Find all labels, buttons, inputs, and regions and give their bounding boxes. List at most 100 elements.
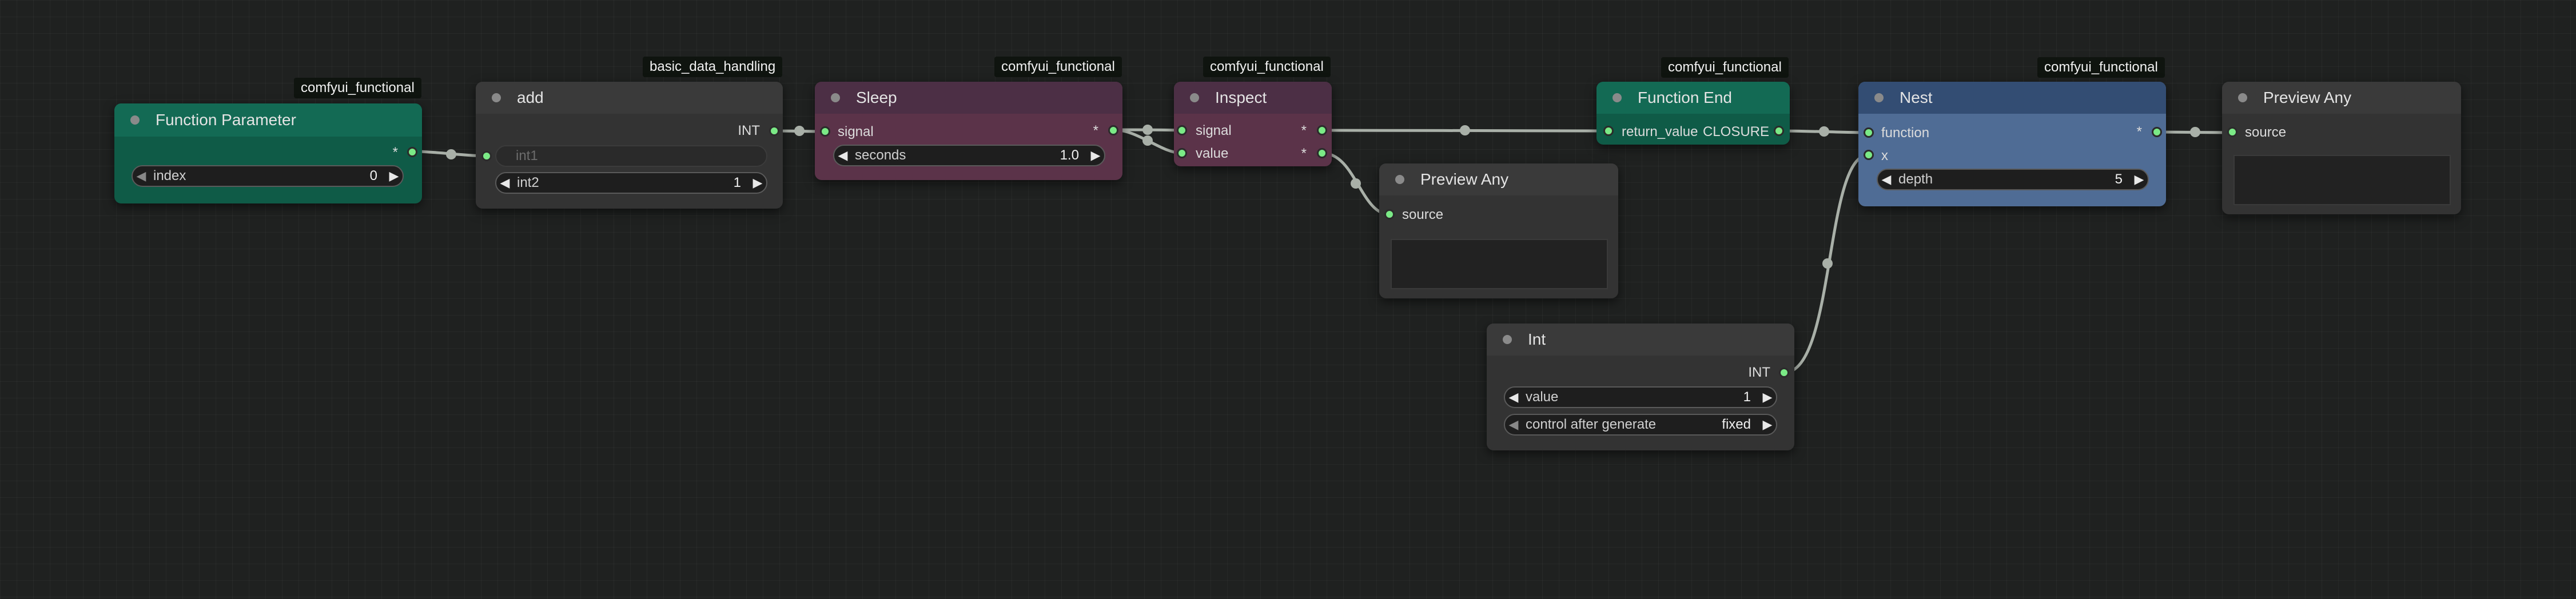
collapse-dot-icon[interactable] — [2238, 93, 2247, 102]
decrement-icon[interactable]: ◀ — [1505, 417, 1522, 432]
link-midpoint — [1142, 135, 1153, 146]
widget-label: index — [153, 168, 186, 183]
int2-widget[interactable]: ◀ int2 1 ▶ — [495, 172, 767, 194]
node-function-parameter[interactable]: Function Parameter * ◀ index 0 ▶ — [114, 103, 422, 203]
node-title: Inspect — [1215, 89, 1267, 106]
node-header[interactable]: Sleep — [815, 82, 1122, 114]
seconds-widget[interactable]: ◀ seconds 1.0 ▶ — [833, 145, 1105, 166]
closure-output-socket[interactable] — [1774, 126, 1784, 136]
decrement-icon[interactable]: ◀ — [1878, 172, 1895, 187]
node-int[interactable]: Int INT ◀ value 1 ▶ ◀ control after gene… — [1487, 324, 1794, 450]
int1-input-socket[interactable] — [481, 151, 492, 161]
signal-input-socket[interactable] — [820, 126, 830, 137]
increment-icon[interactable]: ▶ — [1759, 417, 1776, 432]
node-preview-any[interactable]: Preview Any source — [2222, 82, 2461, 214]
source-input-socket[interactable] — [2227, 127, 2237, 137]
link-midpoint — [1142, 125, 1153, 135]
input-label: x — [1881, 148, 1888, 163]
output-label: * — [392, 145, 398, 160]
node-header[interactable]: Preview Any — [1379, 163, 1618, 195]
value-input-socket[interactable] — [1177, 148, 1187, 158]
link-midpoint — [2190, 127, 2200, 137]
index-widget[interactable]: ◀ index 0 ▶ — [132, 165, 404, 187]
output-label: * — [2136, 124, 2142, 139]
return-value-input-socket[interactable] — [1603, 126, 1614, 136]
output-label: * — [1301, 123, 1307, 138]
node-function-end[interactable]: Function End return_value CLOSURE — [1596, 82, 1790, 145]
link-int-to-nest-x — [1782, 153, 1870, 374]
link-inspect-to-fnend — [1321, 129, 1610, 133]
node-title: Function End — [1638, 89, 1732, 106]
collapse-dot-icon[interactable] — [1613, 93, 1622, 102]
node-add[interactable]: add INT int1 ◀ int2 1 ▶ — [476, 82, 783, 209]
depth-widget[interactable]: ◀ depth 5 ▶ — [1877, 169, 2149, 190]
node-title: Function Parameter — [156, 111, 296, 129]
increment-icon[interactable]: ▶ — [1087, 148, 1104, 163]
output-label: CLOSURE — [1702, 124, 1769, 139]
node-header[interactable]: Inspect — [1174, 82, 1332, 114]
preview-output-box[interactable] — [2233, 155, 2451, 205]
output-label: INT — [738, 123, 760, 138]
node-header[interactable]: Function End — [1596, 82, 1790, 114]
node-header[interactable]: Nest — [1858, 82, 2166, 114]
link-sleep-to-inspect-value — [1112, 128, 1183, 155]
node-header[interactable]: Int — [1487, 324, 1794, 356]
collapse-dot-icon[interactable] — [1503, 335, 1512, 344]
source-input-socket[interactable] — [1384, 209, 1395, 219]
node-badge: comfyui_functional — [1203, 57, 1331, 77]
function-input-socket[interactable] — [1864, 127, 1874, 138]
x-input-socket[interactable] — [1864, 150, 1874, 160]
collapse-dot-icon[interactable] — [130, 115, 140, 125]
node-preview-any[interactable]: Preview Any source — [1379, 163, 1618, 298]
value-widget[interactable]: ◀ value 1 ▶ — [1504, 386, 1777, 408]
increment-icon[interactable]: ▶ — [749, 175, 766, 190]
link-midpoint — [1819, 126, 1829, 137]
decrement-icon[interactable]: ◀ — [834, 148, 851, 163]
node-badge: basic_data_handling — [643, 57, 783, 77]
node-badge: comfyui_functional — [2037, 57, 2165, 78]
int1-input-widget[interactable]: int1 — [495, 145, 767, 167]
increment-icon[interactable]: ▶ — [2131, 172, 2148, 187]
collapse-dot-icon[interactable] — [1874, 93, 1884, 102]
widget-value: 1 — [733, 175, 741, 190]
output-label: * — [1301, 146, 1307, 161]
increment-icon[interactable]: ▶ — [385, 169, 403, 183]
output-socket[interactable] — [407, 147, 417, 157]
input-label: source — [2245, 125, 2287, 140]
node-nest[interactable]: Nest function * x ◀ depth 5 ▶ — [1858, 82, 2166, 206]
int-output-socket[interactable] — [1779, 368, 1789, 378]
widget-label: value — [1526, 389, 1559, 405]
collapse-dot-icon[interactable] — [831, 93, 840, 102]
output-socket[interactable] — [1108, 125, 1118, 135]
output-socket[interactable] — [2152, 127, 2162, 137]
preview-output-box[interactable] — [1391, 239, 1608, 289]
node-inspect[interactable]: Inspect signal * value * — [1174, 82, 1332, 166]
node-header[interactable]: Preview Any — [2222, 82, 2461, 114]
node-sleep[interactable]: Sleep signal * ◀ seconds 1.0 ▶ — [815, 82, 1122, 180]
control-after-generate-widget[interactable]: ◀ control after generate fixed ▶ — [1504, 414, 1777, 436]
input-label: signal — [1196, 123, 1232, 138]
node-header[interactable]: add — [476, 82, 783, 114]
value-output-socket[interactable] — [1317, 148, 1327, 158]
widget-label: control after generate — [1526, 417, 1657, 432]
node-header[interactable]: Function Parameter — [114, 103, 422, 137]
signal-output-socket[interactable] — [1317, 125, 1327, 135]
decrement-icon[interactable]: ◀ — [133, 169, 150, 183]
widget-label: depth — [1898, 171, 1933, 187]
increment-icon[interactable]: ▶ — [1759, 390, 1776, 405]
input-label: value — [1196, 146, 1229, 161]
signal-input-socket[interactable] — [1177, 125, 1187, 135]
link-midpoint — [1351, 178, 1361, 189]
decrement-icon[interactable]: ◀ — [496, 175, 513, 190]
input-label: return_value — [1622, 124, 1698, 139]
node-badge: comfyui_functional — [294, 78, 421, 98]
output-socket[interactable] — [769, 126, 779, 136]
input-label: signal — [838, 124, 874, 139]
decrement-icon[interactable]: ◀ — [1505, 390, 1522, 405]
collapse-dot-icon[interactable] — [1190, 93, 1199, 102]
output-label: * — [1093, 123, 1098, 138]
collapse-dot-icon[interactable] — [1395, 175, 1404, 184]
widget-value: 1.0 — [1060, 147, 1079, 163]
collapse-dot-icon[interactable] — [492, 93, 501, 102]
widget-value: 0 — [369, 168, 377, 183]
